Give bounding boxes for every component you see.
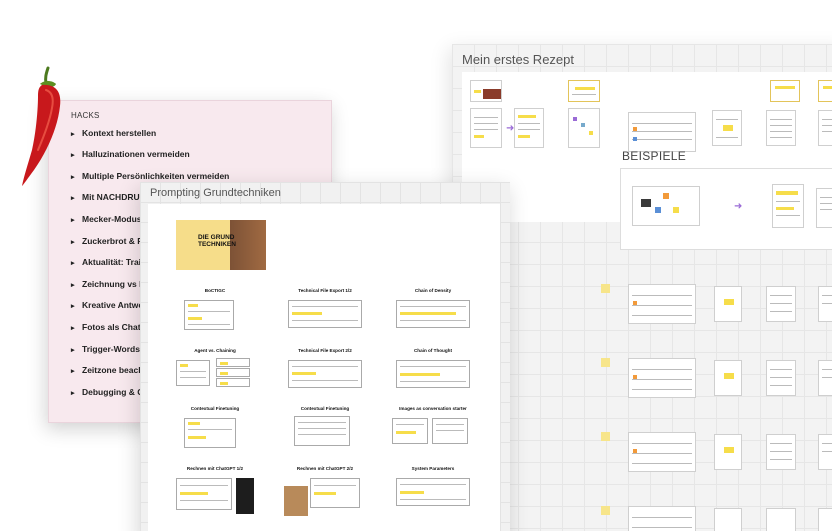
hack-item[interactable]: Zeitzone beacht — [71, 365, 146, 375]
slide-thumbnail[interactable] — [818, 434, 832, 470]
sticky-note[interactable] — [601, 284, 610, 293]
hack-item[interactable]: Halluzinationen vermeiden — [71, 149, 190, 159]
board-prompting-grundtechniken[interactable]: Prompting Grundtechniken DIE GRUND TECHN… — [140, 182, 510, 531]
cover-slide[interactable]: DIE GRUND TECHNIKEN — [176, 220, 266, 270]
hack-item[interactable]: Zeichnung vs D — [71, 279, 145, 289]
slide-card[interactable]: System Parameters — [388, 464, 478, 522]
hack-item[interactable]: Fotos als Chat-S — [71, 322, 149, 332]
slide-thumbnail[interactable] — [818, 80, 832, 102]
slide-thumbnail[interactable] — [818, 110, 832, 146]
slide-title: Technical File Export 2/2 — [298, 348, 352, 353]
section-label-beispiele: BEISPIELE — [622, 149, 687, 163]
hack-item[interactable]: Debugging & Op — [71, 387, 149, 397]
slide-thumbnail[interactable] — [470, 80, 502, 102]
slide-title: Rechnen mit ChatGPT 1/2 — [186, 466, 244, 471]
hack-item[interactable]: Multiple Persönlichkeiten vermeiden — [71, 171, 229, 181]
canvas-diagram-thumbnail[interactable] — [628, 432, 696, 472]
sticky-note[interactable] — [601, 358, 610, 367]
slide-card[interactable]: Rechnen mit ChatGPT 2/2 — [280, 464, 370, 522]
arrow-right-icon: ➜ — [734, 201, 743, 212]
slide-card[interactable]: Images as conversation starter — [388, 404, 478, 462]
slide-title: Contextual Finetuning — [190, 406, 240, 411]
hack-item[interactable]: Zuckerbrot & Pe — [71, 236, 148, 246]
slide-card[interactable]: Contextual Finetuning — [280, 404, 370, 462]
slide-card[interactable]: Technical File Export 1/2 — [280, 286, 370, 344]
hack-item[interactable]: Kontext herstellen — [71, 128, 156, 138]
chili-pepper-icon — [22, 66, 61, 186]
sticky-note[interactable] — [601, 506, 610, 515]
board-title: Mein erstes Rezept — [462, 52, 574, 67]
hack-item[interactable]: Kreative Antwo — [71, 300, 144, 310]
canvas-diagram-thumbnail[interactable] — [628, 112, 696, 152]
slide-card[interactable]: Contextual Finetuning — [170, 404, 260, 462]
canvas-diagram-thumbnail[interactable] — [628, 284, 696, 324]
canvas-diagram-thumbnail[interactable] — [628, 358, 696, 398]
hack-item[interactable]: Mecker-Modus: — [71, 214, 144, 224]
slide-title: Contextual Finetuning — [300, 406, 350, 411]
slide-thumbnail[interactable] — [766, 286, 796, 322]
hack-item[interactable]: Mit NACHDRUC — [71, 192, 146, 202]
slide-title: Chain of Density — [414, 288, 452, 293]
hack-item[interactable]: Aktualität: Train — [71, 257, 146, 267]
cover-title-line2: TECHNIKEN — [198, 241, 236, 248]
slide-thumbnail[interactable] — [470, 108, 502, 148]
slide-title: System Parameters — [411, 466, 455, 471]
slide-title: Agent vs. Chaining — [194, 348, 236, 353]
hacks-title: HACKS — [71, 111, 100, 120]
slide-title: BoCTIGC — [204, 288, 226, 293]
slide-thumbnail[interactable] — [714, 286, 742, 322]
slide-thumbnail[interactable] — [766, 508, 796, 531]
slide-title: Chain of Thought — [413, 348, 452, 353]
slide-thumbnail[interactable] — [818, 360, 832, 396]
slide-thumbnail[interactable] — [770, 80, 800, 102]
slide-card[interactable]: Chain of Density — [388, 286, 478, 344]
slide-thumbnail[interactable] — [766, 434, 796, 470]
slide-thumbnail[interactable] — [514, 108, 544, 148]
slide-thumbnail[interactable] — [712, 110, 742, 146]
canvas-workspace[interactable]: Mein erstes Rezept ➜ BEISPIELE ➜ HACKS ▸… — [0, 0, 832, 531]
board-title: Prompting Grundtechniken — [150, 187, 281, 199]
slide-title: Rechnen mit ChatGPT 2/2 — [296, 466, 354, 471]
slide-thumbnail[interactable] — [568, 80, 600, 102]
slide-title: Technical File Export 1/2 — [298, 288, 352, 293]
slide-thumbnail[interactable] — [818, 508, 832, 531]
slide-thumbnail[interactable] — [818, 286, 832, 322]
slide-card[interactable]: Chain of Thought — [388, 346, 478, 404]
slide-thumbnail[interactable] — [772, 184, 804, 228]
slide-thumbnail[interactable] — [816, 188, 832, 228]
slide-card[interactable]: Rechnen mit ChatGPT 1/2 — [170, 464, 260, 522]
slide-thumbnail[interactable] — [568, 108, 600, 148]
canvas-diagram-thumbnail[interactable] — [632, 186, 700, 226]
slide-thumbnail[interactable] — [714, 360, 742, 396]
slide-thumbnail[interactable] — [714, 434, 742, 470]
slide-thumbnail[interactable] — [714, 508, 742, 531]
sticky-note[interactable] — [601, 432, 610, 441]
hack-item[interactable]: Trigger-Words, — [71, 344, 142, 354]
slide-thumbnail[interactable] — [766, 110, 796, 146]
slide-title: Images as conversation starter — [399, 406, 467, 411]
slide-card[interactable]: Technical File Export 2/2 — [280, 346, 370, 404]
slide-card[interactable]: Agent vs. Chaining — [170, 346, 260, 404]
slide-card[interactable]: BoCTIGC — [170, 286, 260, 344]
canvas-diagram-thumbnail[interactable] — [628, 506, 696, 531]
slide-thumbnail[interactable] — [766, 360, 796, 396]
cover-title-line1: DIE GRUND — [198, 234, 235, 241]
